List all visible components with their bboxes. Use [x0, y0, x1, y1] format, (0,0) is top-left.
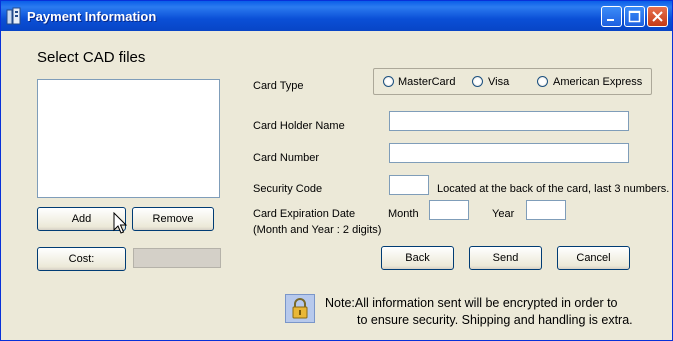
card-number-label: Card Number — [253, 152, 320, 164]
month-input[interactable] — [429, 200, 469, 220]
select-files-label: Select CAD files — [37, 49, 146, 66]
year-label: Year — [492, 208, 515, 220]
security-code-label: Security Code — [253, 183, 323, 195]
send-button[interactable]: Send — [469, 246, 542, 270]
card-type-group: MasterCard Visa American Express — [373, 68, 652, 95]
security-note: Note:All information sent will be encryp… — [325, 295, 633, 329]
lock-icon — [286, 298, 314, 325]
security-code-hint: Located at the back of the card, last 3 … — [437, 183, 670, 195]
lock-badge — [285, 294, 315, 323]
payment-window: Payment Information Select CAD files Add… — [0, 0, 673, 341]
card-holder-label: Card Holder Name — [253, 120, 345, 132]
app-icon — [6, 7, 22, 25]
minimize-button[interactable] — [601, 6, 622, 27]
cost-field — [133, 248, 221, 268]
security-note-line2: to ensure security. Shipping and handlin… — [357, 313, 633, 327]
cost-button[interactable]: Cost: — [37, 247, 126, 271]
security-code-input[interactable] — [389, 175, 429, 195]
year-input[interactable] — [526, 200, 566, 220]
cancel-button[interactable]: Cancel — [557, 246, 630, 270]
radio-mastercard[interactable] — [383, 76, 394, 87]
cad-files-list[interactable] — [37, 79, 220, 198]
radio-visa-label[interactable]: Visa — [488, 76, 509, 88]
security-note-line1: Note:All information sent will be encryp… — [325, 296, 618, 310]
title-bar[interactable]: Payment Information — [1, 1, 672, 31]
maximize-button[interactable] — [624, 6, 645, 27]
month-label: Month — [388, 208, 419, 220]
expiration-label: Card Expiration Date — [253, 208, 356, 220]
card-type-label: Card Type — [253, 80, 304, 92]
remove-file-button[interactable]: Remove — [132, 207, 214, 231]
close-button[interactable] — [647, 6, 668, 27]
back-button[interactable]: Back — [381, 246, 454, 270]
radio-mastercard-label[interactable]: MasterCard — [398, 76, 455, 88]
radio-visa[interactable] — [472, 76, 483, 87]
window-title: Payment Information — [27, 9, 157, 24]
card-number-input[interactable] — [389, 143, 629, 163]
radio-american-express-label[interactable]: American Express — [553, 76, 642, 88]
radio-american-express[interactable] — [537, 76, 548, 87]
card-holder-input[interactable] — [389, 111, 629, 131]
expiration-sublabel: (Month and Year : 2 digits) — [253, 224, 382, 236]
mouse-cursor-icon — [113, 211, 128, 239]
